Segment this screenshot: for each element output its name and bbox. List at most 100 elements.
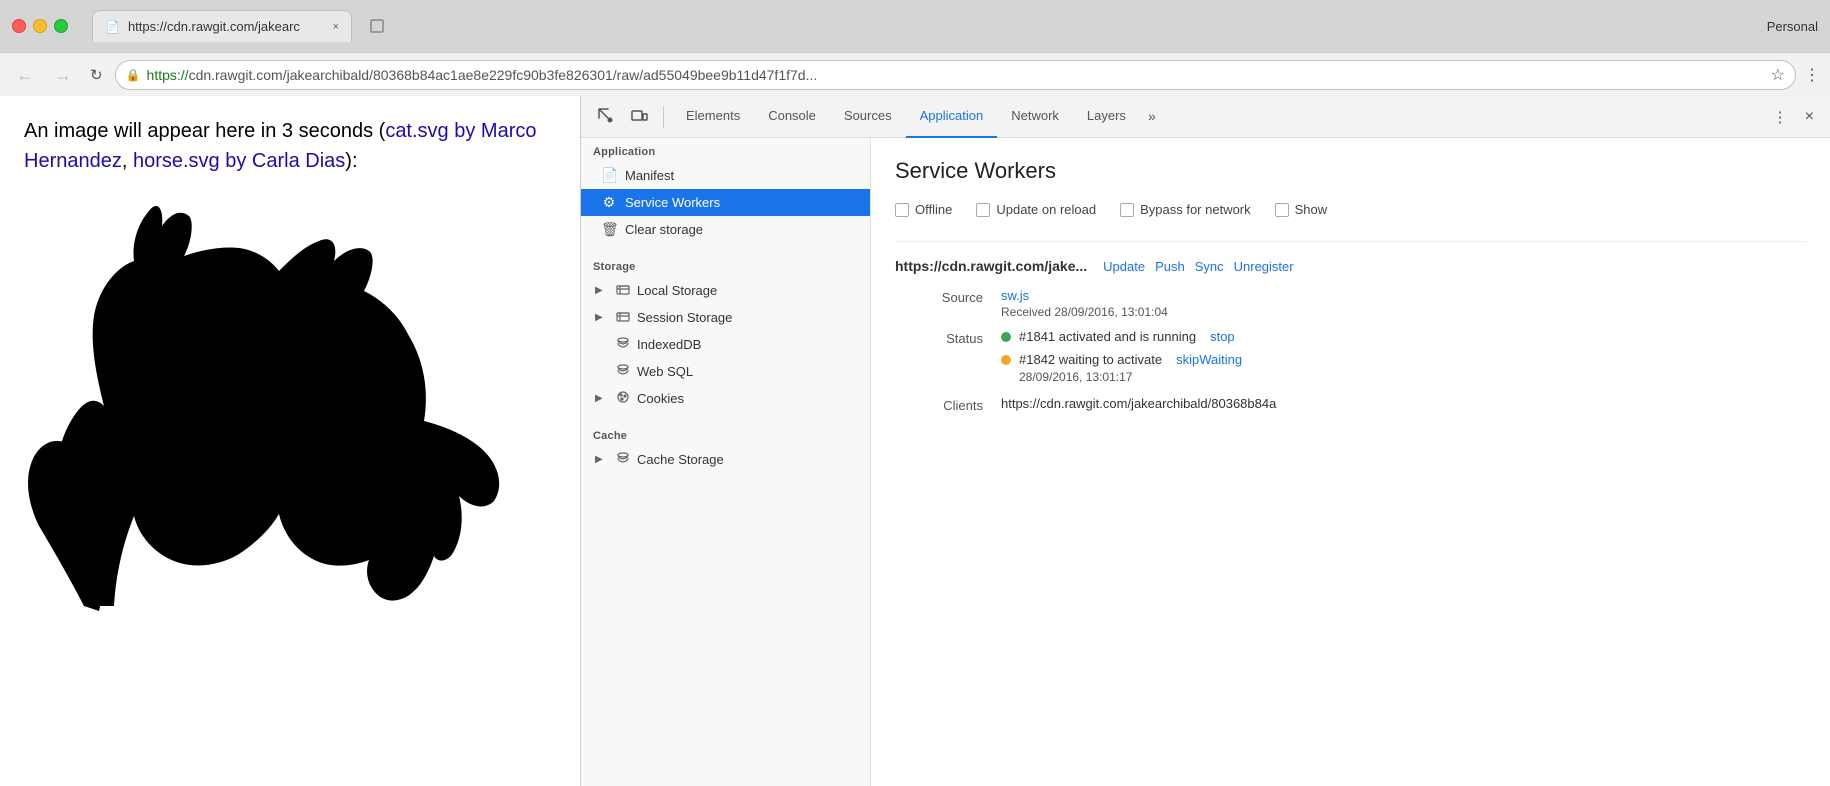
status-dot-orange <box>1001 355 1011 365</box>
session-storage-icon <box>615 309 631 326</box>
page-text-prefix: An image will appear here in 3 seconds ( <box>24 120 385 142</box>
browser-tab[interactable]: 📄 https://cdn.rawgit.com/jakearc × <box>92 10 352 42</box>
offline-checkbox-label[interactable]: Offline <box>895 202 952 217</box>
session-storage-label: Session Storage <box>637 310 732 325</box>
refresh-button[interactable]: ↻ <box>86 62 107 88</box>
toolbar-divider <box>663 106 664 128</box>
sw-status-entry-2: #1842 waiting to activate skipWaiting <box>1001 352 1806 367</box>
browser-menu-button[interactable]: ⋮ <box>1804 65 1820 85</box>
horse-svg-link[interactable]: horse.svg by Carla Dias <box>133 150 345 172</box>
sw-stop-link[interactable]: stop <box>1210 329 1235 344</box>
devtools-body: Application 📄 Manifest ⚙ Service Workers… <box>581 138 1830 786</box>
bookmark-star-icon[interactable]: ☆ <box>1771 65 1785 85</box>
show-checkbox[interactable] <box>1275 203 1289 217</box>
page-text-suffix: ): <box>345 150 357 172</box>
forward-button[interactable]: → <box>48 62 78 88</box>
tab-sources[interactable]: Sources <box>830 96 906 138</box>
sidebar-item-local-storage[interactable]: ▶ Local Storage <box>581 277 870 304</box>
profile-label: Personal <box>1767 19 1818 34</box>
sw-update-link[interactable]: Update <box>1103 259 1145 274</box>
bypass-for-network-checkbox[interactable] <box>1120 203 1134 217</box>
tab-elements[interactable]: Elements <box>672 96 754 138</box>
manifest-label: Manifest <box>625 168 674 183</box>
tab-network[interactable]: Network <box>997 96 1073 138</box>
more-tabs-button[interactable]: » <box>1140 96 1164 138</box>
sidebar-item-indexeddb[interactable]: ▶ IndexedDB <box>581 331 870 358</box>
cookies-icon <box>615 390 631 407</box>
page-area: An image will appear here in 3 seconds (… <box>0 96 580 786</box>
back-button[interactable]: ← <box>10 62 40 88</box>
status-label: Status <box>895 329 995 346</box>
sw-sync-link[interactable]: Sync <box>1195 259 1224 274</box>
websql-icon <box>615 363 631 380</box>
local-storage-icon <box>615 282 631 299</box>
sw-url-row: https://cdn.rawgit.com/jake... Update Pu… <box>895 258 1806 274</box>
cookies-label: Cookies <box>637 391 684 406</box>
toolbar: ← → ↻ 🔒 https://cdn.rawgit.com/jakearchi… <box>0 52 1830 96</box>
sw-unregister-link[interactable]: Unregister <box>1234 259 1294 274</box>
cookies-arrow: ▶ <box>595 393 609 404</box>
sidebar-item-service-workers[interactable]: ⚙ Service Workers <box>581 189 870 216</box>
sw-entry: https://cdn.rawgit.com/jake... Update Pu… <box>895 241 1806 413</box>
sw-source-timestamp: Received 28/09/2016, 13:01:04 <box>1001 305 1806 319</box>
responsive-mode-icon[interactable] <box>623 101 655 133</box>
sidebar-item-cache-storage[interactable]: ▶ Cache Storage <box>581 446 870 473</box>
devtools-options-button[interactable]: ⋮ <box>1766 103 1795 131</box>
clients-label: Clients <box>895 396 995 413</box>
cache-storage-arrow: ▶ <box>595 454 609 465</box>
devtools-sidebar: Application 📄 Manifest ⚙ Service Workers… <box>581 138 871 786</box>
main-content: An image will appear here in 3 seconds (… <box>0 96 1830 786</box>
show-checkbox-label[interactable]: Show <box>1275 202 1328 217</box>
cat-image-area <box>24 186 556 671</box>
tab-console[interactable]: Console <box>754 96 830 138</box>
sidebar-item-clear-storage[interactable]: 🗑 Clear storage <box>581 216 870 243</box>
source-value: sw.js Received 28/09/2016, 13:01:04 <box>1001 288 1806 319</box>
close-traffic-light[interactable] <box>12 19 26 33</box>
browser-chrome: 📄 https://cdn.rawgit.com/jakearc × Perso… <box>0 0 1830 786</box>
offline-label: Offline <box>915 202 952 217</box>
bypass-for-network-checkbox-label[interactable]: Bypass for network <box>1120 202 1251 217</box>
sidebar-item-websql[interactable]: ▶ Web SQL <box>581 358 870 385</box>
minimize-traffic-light[interactable] <box>33 19 47 33</box>
cache-storage-label: Cache Storage <box>637 452 724 467</box>
websql-label: Web SQL <box>637 364 693 379</box>
local-storage-arrow: ▶ <box>595 285 609 296</box>
sw-status-text-1: #1841 activated and is running <box>1019 329 1196 344</box>
update-on-reload-checkbox-label[interactable]: Update on reload <box>976 202 1096 217</box>
status-dot-green <box>1001 332 1011 342</box>
tab-close-button[interactable]: × <box>333 21 339 33</box>
sw-push-link[interactable]: Push <box>1155 259 1185 274</box>
sw-options-row: Offline Update on reload Bypass for netw… <box>895 202 1806 217</box>
offline-checkbox[interactable] <box>895 203 909 217</box>
devtools-toolbar: Elements Console Sources Application Net… <box>581 96 1830 138</box>
storage-section-label: Storage <box>581 253 870 277</box>
devtools-main-panel: Service Workers Offline Update on reload <box>871 138 1830 786</box>
sidebar-item-manifest[interactable]: 📄 Manifest <box>581 162 870 189</box>
status-entries: #1841 activated and is running stop #184… <box>1001 329 1806 384</box>
service-workers-icon: ⚙ <box>601 194 617 211</box>
sidebar-item-session-storage[interactable]: ▶ Session Storage <box>581 304 870 331</box>
devtools-close-button[interactable]: × <box>1797 103 1822 131</box>
sw-source-file-link[interactable]: sw.js <box>1001 288 1029 303</box>
indexeddb-icon <box>615 336 631 353</box>
address-bar[interactable]: 🔒 https://cdn.rawgit.com/jakearchibald/8… <box>115 60 1796 90</box>
maximize-traffic-light[interactable] <box>54 19 68 33</box>
page-description: An image will appear here in 3 seconds (… <box>24 116 556 176</box>
devtools-tabs: Elements Console Sources Application Net… <box>672 96 1164 138</box>
update-on-reload-checkbox[interactable] <box>976 203 990 217</box>
page-text-separator: , <box>122 150 133 172</box>
traffic-lights <box>12 19 68 33</box>
clients-value: https://cdn.rawgit.com/jakearchibald/803… <box>1001 396 1806 411</box>
tab-layers[interactable]: Layers <box>1073 96 1140 138</box>
element-picker-icon[interactable] <box>589 101 621 133</box>
sw-status-entry-1: #1841 activated and is running stop <box>1001 329 1806 344</box>
new-tab-button[interactable] <box>352 10 402 42</box>
tab-application[interactable]: Application <box>906 96 998 138</box>
sw-skipwaiting-link[interactable]: skipWaiting <box>1176 352 1242 367</box>
service-workers-title: Service Workers <box>895 158 1806 184</box>
sw-status-row: Status #1841 activated and is running st… <box>895 329 1806 384</box>
sw-source-row: Source sw.js Received 28/09/2016, 13:01:… <box>895 288 1806 319</box>
sidebar-item-cookies[interactable]: ▶ Cookies <box>581 385 870 412</box>
update-on-reload-label: Update on reload <box>996 202 1096 217</box>
tab-title: https://cdn.rawgit.com/jakearc <box>128 19 321 34</box>
